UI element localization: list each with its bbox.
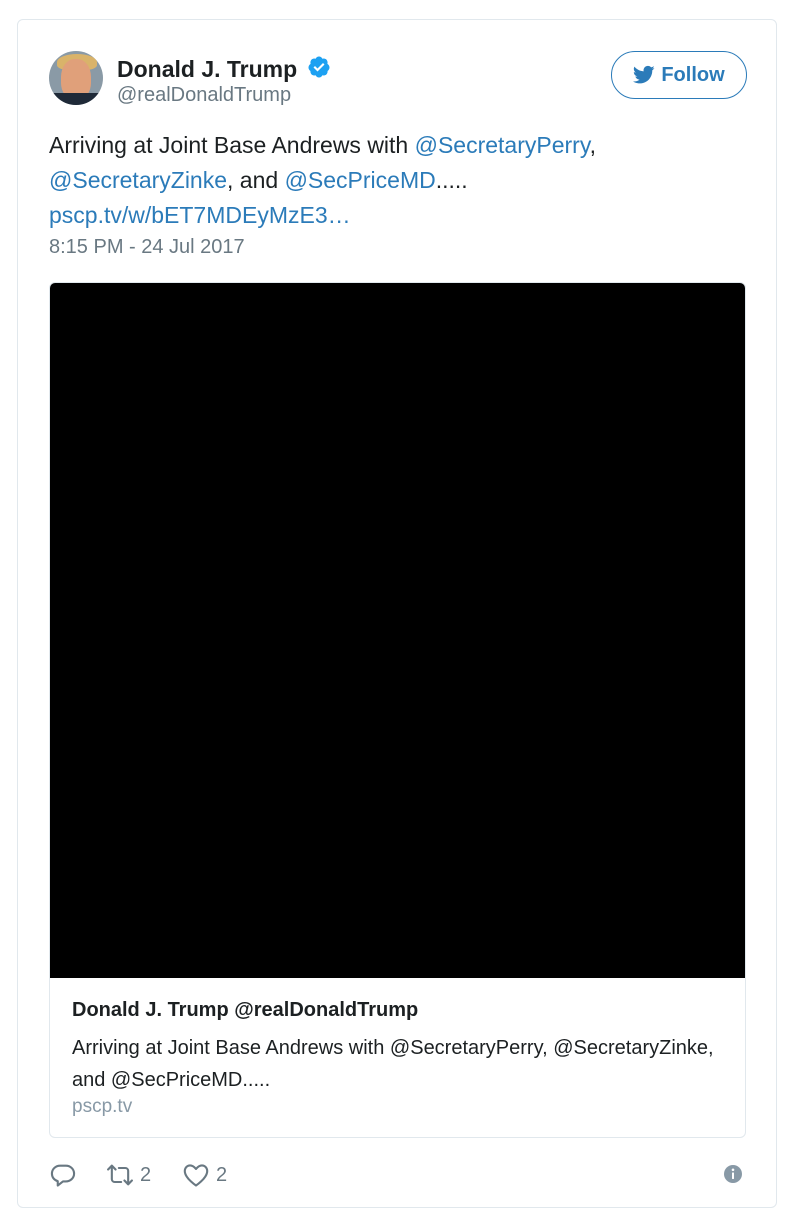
tweet-link[interactable]: pscp.tv/w/bET7MDEyMzE3… bbox=[49, 198, 351, 233]
retweet-icon bbox=[107, 1164, 133, 1186]
mention-secpricemd[interactable]: @SecPriceMD bbox=[285, 167, 436, 193]
timestamp[interactable]: 8:15 PM - 24 Jul 2017 bbox=[49, 236, 245, 259]
info-icon[interactable] bbox=[723, 1164, 743, 1184]
mention-secretaryzinke[interactable]: @SecretaryZinke bbox=[49, 167, 227, 193]
card-domain: pscp.tv bbox=[72, 1096, 133, 1117]
reply-button[interactable] bbox=[49, 1159, 77, 1191]
author-name[interactable]: Donald J. Trump bbox=[117, 56, 297, 83]
avatar[interactable] bbox=[49, 51, 103, 105]
like-count: 2 bbox=[216, 1163, 228, 1186]
twitter-bird-icon bbox=[633, 65, 655, 84]
card-title: Donald J. Trump @realDonaldTrump bbox=[72, 999, 419, 1021]
link-card[interactable]: Donald J. Trump @realDonaldTrump Arrivin… bbox=[49, 282, 746, 1138]
author-handle[interactable]: @realDonaldTrump bbox=[117, 84, 291, 107]
verified-badge-icon bbox=[308, 56, 330, 78]
card-description: Arriving at Joint Base Andrews with @Sec… bbox=[72, 1037, 714, 1091]
tweet-text: Arriving at Joint Base Andrews with @Sec… bbox=[49, 132, 597, 193]
follow-button[interactable]: Follow bbox=[611, 51, 747, 99]
action-bar: 2 2 bbox=[49, 1159, 749, 1191]
retweet-count: 2 bbox=[140, 1163, 152, 1186]
follow-label: Follow bbox=[661, 63, 725, 86]
heart-icon bbox=[183, 1164, 209, 1187]
like-button[interactable]: 2 bbox=[182, 1159, 227, 1191]
retweet-button[interactable]: 2 bbox=[106, 1159, 151, 1191]
mention-secretaryperry[interactable]: @SecretaryPerry bbox=[415, 132, 590, 158]
tweet-embed: Donald J. Trump @realDonaldTrump Follow … bbox=[17, 19, 777, 1208]
card-media[interactable] bbox=[50, 283, 745, 978]
reply-icon bbox=[50, 1164, 76, 1187]
